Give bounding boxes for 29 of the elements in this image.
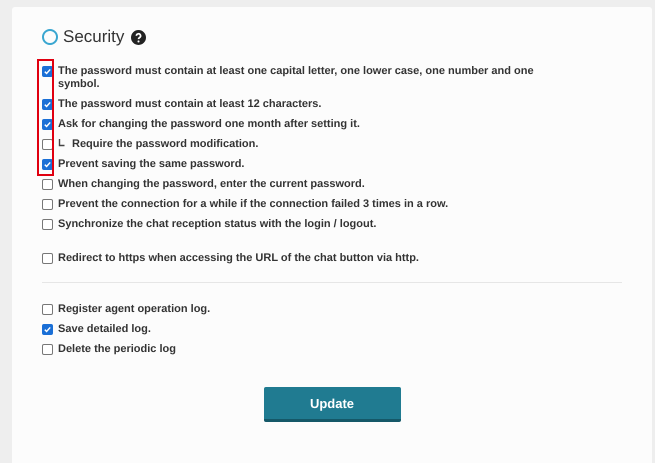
checkbox[interactable] — [42, 344, 53, 354]
option-label: Register agent operation log. — [58, 302, 210, 316]
option-label: Prevent saving the same password. — [58, 158, 244, 170]
checkbox[interactable] — [42, 118, 53, 130]
checkbox[interactable] — [42, 98, 53, 110]
option-label: Delete the periodic log — [58, 342, 176, 356]
help-icon[interactable] — [131, 30, 146, 44]
checkbox[interactable] — [42, 158, 53, 170]
checkbox[interactable] — [42, 178, 53, 190]
option-label: Redirect to https when accessing the URL of the chat button via http. — [58, 252, 419, 264]
checkbox[interactable] — [42, 252, 53, 264]
option-label: When changing the password, enter the current password. — [58, 178, 365, 190]
option-label: The password must contain at least 12 characters. — [58, 98, 322, 110]
checkbox[interactable] — [42, 138, 53, 150]
checkbox[interactable] — [42, 324, 53, 334]
option-label: Save detailed log. — [58, 322, 151, 336]
section-title: Security — [63, 27, 124, 47]
option-label: Prevent the connection for a while if the connection failed 3 times in a row. — [58, 198, 448, 210]
checkbox[interactable] — [42, 198, 53, 210]
circle-icon — [42, 29, 58, 45]
update-button[interactable]: Update — [264, 387, 400, 422]
indent-corner-icon — [58, 138, 66, 148]
option-label: Ask for changing the password one month after setting it. — [58, 118, 360, 130]
option-label: Require the password modification. — [72, 138, 258, 150]
checkbox[interactable] — [42, 66, 53, 76]
option-label: Synchronize the chat reception status with the login / logout. — [58, 218, 376, 230]
checkbox[interactable] — [42, 218, 53, 230]
option-label: The password must contain at least one capital letter, one lower case, one number and one symbol. — [58, 64, 535, 90]
checkbox[interactable] — [42, 304, 53, 314]
